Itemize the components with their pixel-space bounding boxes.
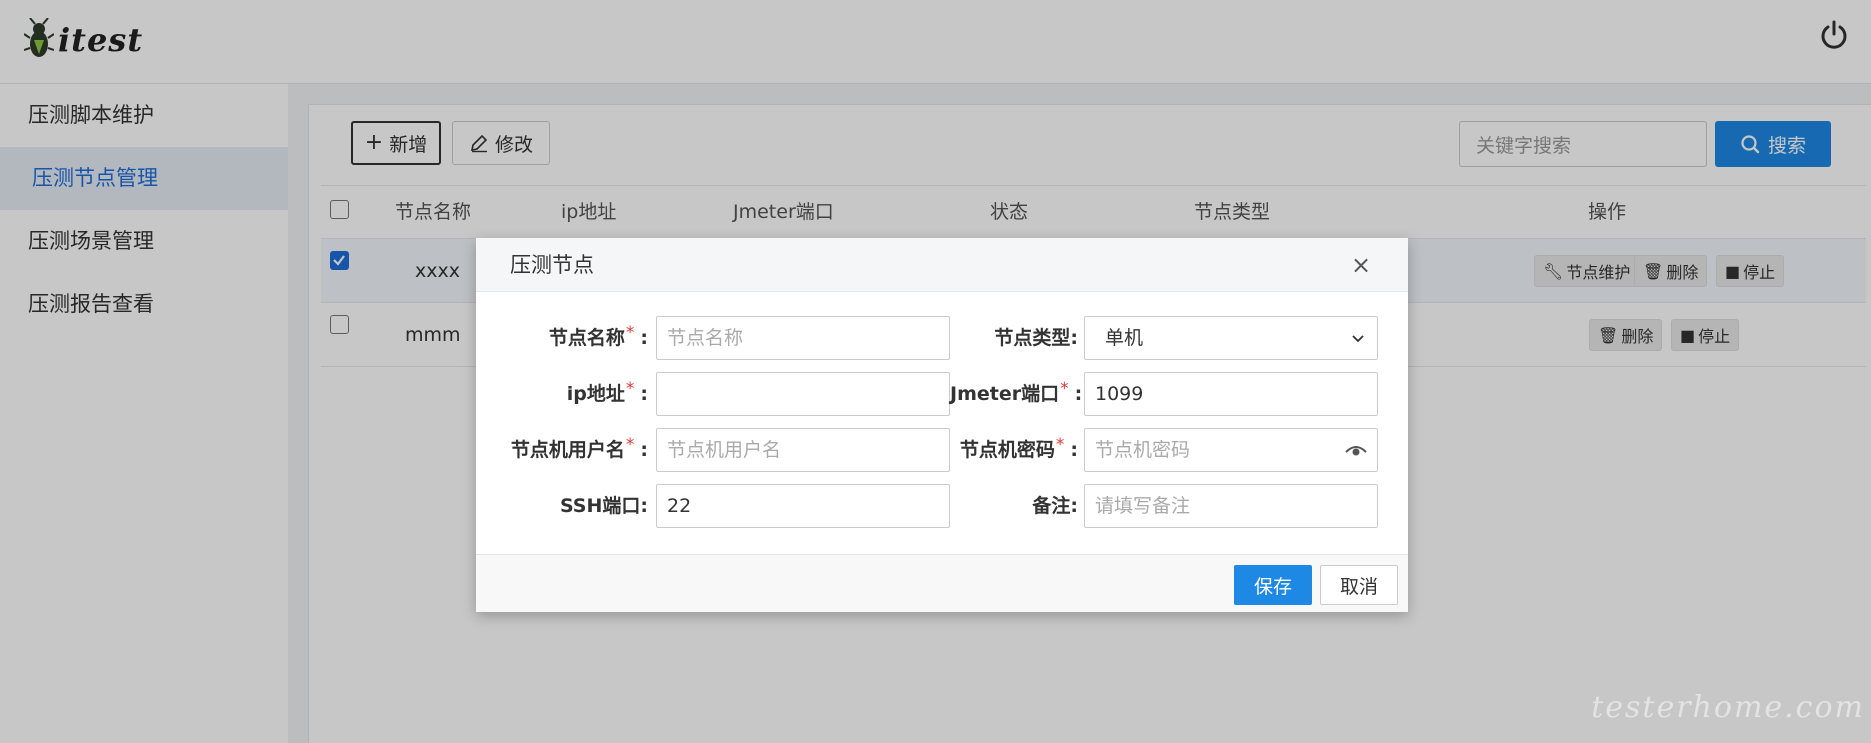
password-placeholder: 节点机密码: [1095, 439, 1191, 461]
ip-label: ip地址*:: [566, 379, 648, 405]
password-label: 节点机密码*:: [959, 435, 1078, 461]
dialog-footer: 保存 取消: [476, 554, 1408, 612]
node-type-value: 单机: [1105, 327, 1144, 349]
node-type-label: 节点类型:: [994, 327, 1078, 349]
node-name-label: 节点名称*:: [548, 323, 648, 349]
node-dialog: 压测节点 × 节点名称*: 节点名称 ip地址*: 节点机用户名*: 节点机用户…: [476, 238, 1408, 612]
close-icon[interactable]: ×: [1350, 253, 1372, 277]
password-input[interactable]: 节点机密码: [1084, 428, 1378, 472]
username-label: 节点机用户名*:: [510, 435, 648, 461]
required-mark: *: [1055, 435, 1065, 455]
node-type-select[interactable]: 单机: [1084, 316, 1378, 360]
required-mark: *: [625, 323, 635, 343]
required-mark: *: [1060, 379, 1069, 399]
ssh-port-label: SSH端口:: [559, 495, 648, 517]
eye-icon[interactable]: [1345, 443, 1367, 459]
jmeter-port-input[interactable]: 1099: [1084, 372, 1378, 416]
save-button[interactable]: 保存: [1234, 565, 1312, 605]
remark-label: 备注:: [1032, 495, 1078, 517]
jmeter-port-label: Jmeter端口*:: [950, 379, 1083, 405]
watermark: testerhome.com: [1591, 690, 1865, 725]
node-name-input[interactable]: 节点名称: [656, 316, 950, 360]
ssh-port-input[interactable]: 22: [656, 484, 950, 528]
username-input[interactable]: 节点机用户名: [656, 428, 950, 472]
cancel-button[interactable]: 取消: [1320, 565, 1398, 605]
required-mark: *: [625, 379, 635, 399]
chevron-down-icon: [1352, 335, 1364, 343]
required-mark: *: [625, 435, 635, 455]
remark-input[interactable]: 请填写备注: [1084, 484, 1378, 528]
ip-input[interactable]: [656, 372, 950, 416]
dialog-title: 压测节点: [510, 253, 594, 277]
dialog-header: 压测节点 ×: [476, 238, 1408, 292]
